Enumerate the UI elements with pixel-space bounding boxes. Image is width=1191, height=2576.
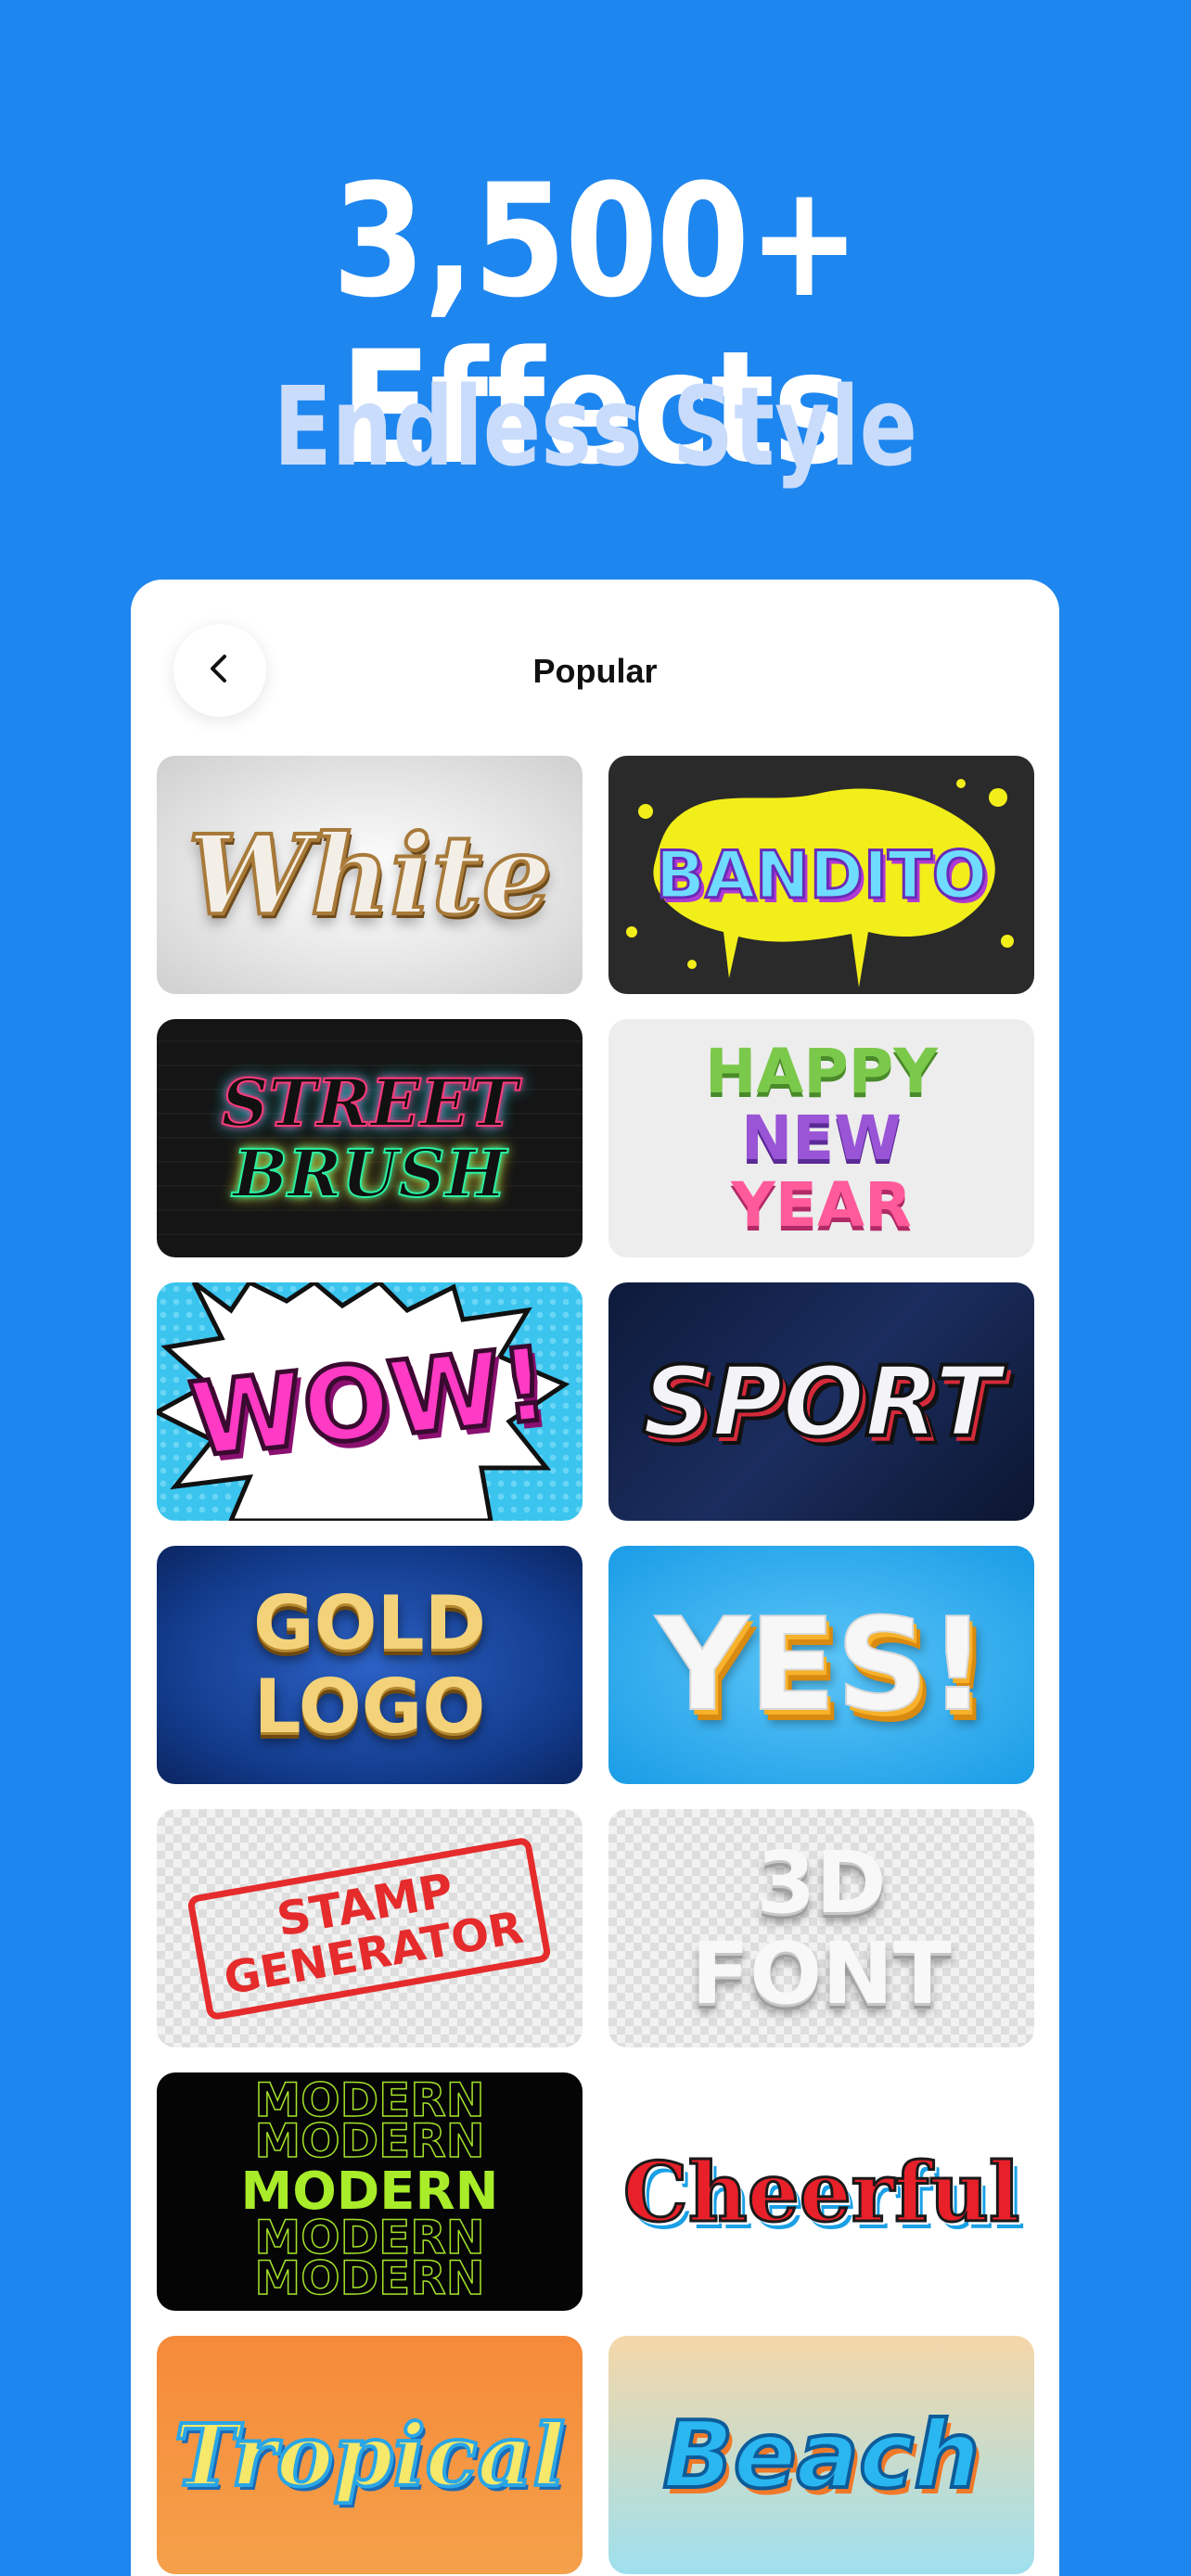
effect-tile-bandito[interactable]: BANDITO bbox=[608, 756, 1034, 994]
effect-label: MODERN bbox=[240, 2161, 499, 2222]
effect-label: STREET bbox=[221, 1064, 519, 1141]
effect-tile-3d-font[interactable]: 3D FONT bbox=[608, 1809, 1034, 2047]
effect-label: Tropical bbox=[173, 2404, 567, 2506]
effect-tile-modern[interactable]: MODERN MODERN MODERN MODERN MODERN bbox=[157, 2072, 583, 2311]
effect-tile-sport[interactable]: SPORT bbox=[608, 1282, 1034, 1521]
subheadline: Endless Style bbox=[273, 363, 918, 491]
effect-label: HAPPY bbox=[705, 1035, 938, 1107]
effect-label: YEAR bbox=[731, 1168, 912, 1241]
effect-label: YES! bbox=[655, 1589, 988, 1740]
effect-tile-beach[interactable]: Beach bbox=[608, 2336, 1034, 2574]
effect-tile-white[interactable]: White bbox=[157, 756, 583, 994]
effect-tile-cheerful[interactable]: Cheerful bbox=[608, 2072, 1034, 2311]
effect-tile-wow[interactable]: WOW! bbox=[157, 1282, 583, 1521]
effect-label: BANDITO bbox=[654, 836, 989, 913]
effect-tile-street-brush[interactable]: STREET BRUSH bbox=[157, 1019, 583, 1257]
effect-tile-yes[interactable]: YES! bbox=[608, 1546, 1034, 1784]
effect-tile-gold-logo[interactable]: GOLD LOGO bbox=[157, 1546, 583, 1784]
effect-label: Cheerful bbox=[621, 2143, 1021, 2240]
effect-label: Beach bbox=[661, 2400, 982, 2509]
effects-grid: White BANDITO STREET BRUSH HAPPY NEW YEA… bbox=[157, 756, 1034, 2574]
effect-label: FONT bbox=[691, 1923, 952, 2023]
effect-label: LOGO bbox=[253, 1663, 486, 1750]
effect-label: White bbox=[186, 810, 554, 939]
screen-title: Popular bbox=[532, 652, 658, 690]
effect-label: GOLD bbox=[252, 1579, 487, 1666]
effect-label: BRUSH bbox=[232, 1134, 507, 1212]
effect-label: NEW bbox=[740, 1102, 903, 1174]
top-bar: Popular bbox=[131, 580, 1059, 765]
effect-label: SPORT bbox=[641, 1345, 1003, 1459]
effect-label: 3D bbox=[756, 1832, 887, 1932]
stamp-frame: STAMP GENERATOR bbox=[186, 1835, 553, 2021]
effect-tile-happy-new-year[interactable]: HAPPY NEW YEAR bbox=[608, 1019, 1034, 1257]
effect-tile-tropical[interactable]: Tropical bbox=[157, 2336, 583, 2574]
effects-screen: Popular White BANDITO STREET BRUSH HAPPY… bbox=[131, 580, 1059, 2576]
effect-tile-stamp-generator[interactable]: STAMP GENERATOR bbox=[157, 1809, 583, 2047]
